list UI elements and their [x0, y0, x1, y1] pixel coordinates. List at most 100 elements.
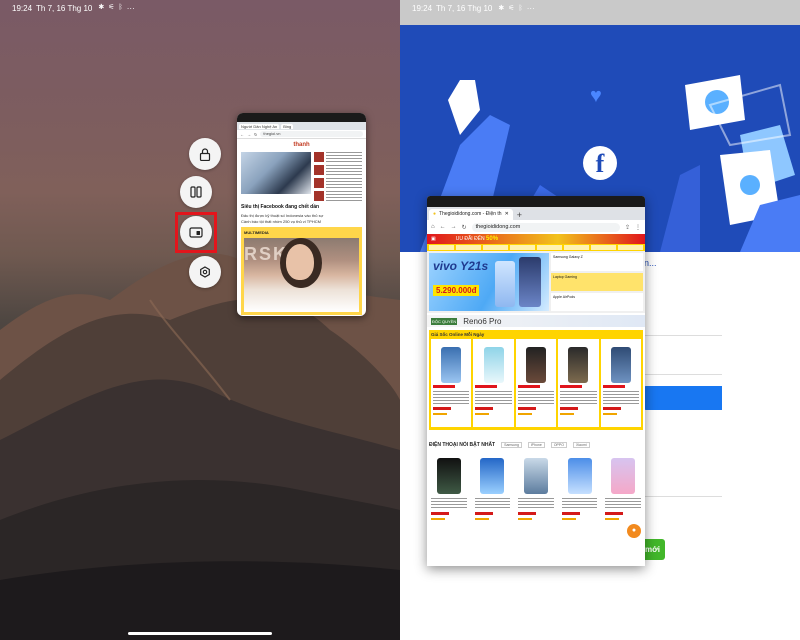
- chat-bubble-icon[interactable]: ●: [627, 524, 641, 538]
- home-icon[interactable]: ⌂: [431, 224, 435, 230]
- tab-title: Thegioididong.com - Điện th: [439, 211, 502, 217]
- mini-side-list: [314, 152, 362, 201]
- field-divider: [644, 496, 722, 497]
- nav-item[interactable]: [429, 245, 454, 250]
- filter-tab[interactable]: iPhone: [527, 442, 545, 448]
- deal-row: [431, 339, 642, 427]
- browser-tab[interactable]: ● Thegioididong.com - Điện th ✕: [429, 209, 513, 220]
- tab-close-icon[interactable]: ✕: [505, 211, 509, 218]
- filter-tab[interactable]: Xiaomi: [572, 442, 590, 448]
- floating-browser-window[interactable]: ● Thegioididong.com - Điện th ✕ + ⌂ ← → …: [427, 196, 645, 566]
- mini-side-item[interactable]: [314, 191, 362, 201]
- side-promo-card[interactable]: Samsung Galaxy Z: [551, 253, 643, 271]
- deal-card[interactable]: [473, 339, 514, 427]
- wifi-off-icon: ⚟: [508, 4, 515, 12]
- product-card[interactable]: [560, 454, 600, 524]
- browser-url-bar: ⌂ ← → ↻ thegioididong.com ⇪ ⋮: [427, 220, 645, 234]
- nav-item[interactable]: [591, 245, 616, 250]
- mini-browser-window[interactable]: Người Dân Nghệ An Bing ← → ↻ thegioi.vn …: [237, 113, 366, 316]
- new-tab-icon[interactable]: +: [517, 210, 522, 220]
- window-drag-bar[interactable]: [427, 196, 645, 207]
- nav-item[interactable]: [618, 245, 643, 250]
- mini-side-item[interactable]: [314, 178, 362, 188]
- nav-item[interactable]: [564, 245, 589, 250]
- mini-headline[interactable]: Siêu thị Facebook đang chết dần: [241, 204, 362, 210]
- vivo-price: 5.290.000đ: [433, 285, 480, 296]
- vivo-title: vivo Y21s: [433, 259, 489, 273]
- lock-button[interactable]: [189, 138, 221, 170]
- mini-tab-2[interactable]: Bing: [281, 123, 294, 129]
- bluetooth-icon: ᛒ: [518, 4, 523, 12]
- share-icon[interactable]: ⇪: [625, 224, 630, 231]
- split-screen-icon: [190, 186, 202, 198]
- status-date-right: Th 7, 16 Thg 10: [436, 4, 493, 13]
- mini-side-item[interactable]: [314, 165, 362, 175]
- home-indicator-left[interactable]: [128, 632, 272, 635]
- nav-item[interactable]: [510, 245, 535, 250]
- status-time-right: 19:24: [412, 4, 433, 13]
- facebook-login-button[interactable]: [643, 386, 722, 410]
- mini-hero: [241, 152, 362, 201]
- reload-icon[interactable]: ↻: [462, 224, 467, 231]
- featured-header: ĐIỆN THOẠI NỔI BẬT NHẤT Samsung iPhone O…: [429, 442, 643, 448]
- forward-icon[interactable]: →: [247, 132, 251, 137]
- field-divider: [644, 335, 722, 336]
- deal-card[interactable]: [431, 339, 472, 427]
- side-promo-card[interactable]: Apple AirPods: [551, 293, 643, 311]
- facebook-create-account-button[interactable]: mới: [643, 539, 665, 560]
- nav-item[interactable]: [537, 245, 562, 250]
- more-status-icon: ···: [526, 4, 535, 13]
- promo-banner[interactable]: ▣ UU ĐÃI ĐẾN 50%: [427, 234, 645, 244]
- reno-banner[interactable]: ĐỘC QUYỀN Reno6 Pro: [427, 315, 645, 327]
- product-card[interactable]: [603, 454, 643, 524]
- settings-button[interactable]: [189, 256, 221, 288]
- menu-dots-icon[interactable]: ⋮: [635, 224, 641, 231]
- phone-image: [495, 261, 515, 307]
- product-card[interactable]: [429, 454, 469, 524]
- multimedia-label: MULTIMEDIA: [244, 230, 269, 235]
- product-card[interactable]: [473, 454, 513, 524]
- mini-browser-statusbar: [237, 113, 366, 122]
- vivo-promo-banner[interactable]: vivo Y21s 5.290.000đ: [429, 253, 549, 311]
- mini-multimedia-section: MULTIMEDIA RSKU: [241, 227, 362, 315]
- highlight-box: [175, 212, 217, 253]
- product-card[interactable]: [516, 454, 556, 524]
- mini-browser-urlbar: ← → ↻ thegioi.vn: [237, 130, 366, 139]
- hero-section: vivo Y21s 5.290.000đ Samsung Galaxy Z La…: [427, 251, 645, 313]
- filter-tab[interactable]: Samsung: [501, 442, 522, 448]
- facebook-link[interactable]: n...: [644, 258, 657, 268]
- split-screen-button[interactable]: [180, 176, 212, 208]
- mini-site-logo: thanh: [293, 142, 310, 148]
- forward-icon[interactable]: →: [451, 224, 457, 230]
- lock-icon: [199, 147, 211, 161]
- left-pane-desktop: 19:24 Th 7, 16 Thg 10 ✱ ⚟ ᛒ ··· ◠ 80: [0, 0, 400, 640]
- reno-title: Reno6 Pro: [463, 316, 502, 326]
- mini-url-field[interactable]: thegioi.vn: [260, 131, 363, 137]
- more-status-icon: ···: [126, 3, 135, 13]
- url-field[interactable]: thegioididong.com: [471, 222, 620, 232]
- promo-text: UU ĐÃI ĐẾN 50%: [455, 236, 499, 242]
- mini-tab-1[interactable]: Người Dân Nghệ An: [239, 123, 280, 129]
- nav-item[interactable]: [456, 245, 481, 250]
- tab-favicon-icon: ●: [433, 211, 437, 217]
- mini-hero-image[interactable]: [241, 152, 311, 194]
- status-date: Th 7, 16 Thg 10: [36, 3, 93, 13]
- reload-icon[interactable]: ↻: [254, 132, 257, 137]
- deal-card[interactable]: [515, 339, 557, 427]
- nav-item[interactable]: [483, 245, 508, 250]
- desert-wallpaper: [0, 253, 400, 640]
- mini-side-item[interactable]: [314, 152, 362, 162]
- mini-article-line[interactable]: Cảnh báo tội thất nhờn 250 vụ thủ vi TPH…: [241, 219, 362, 225]
- wifi-off-icon: ⚟: [108, 4, 115, 11]
- screen: 19:24 Th 7, 16 Thg 10 ✱ ⚟ ᛒ ··· ◠ 80: [0, 0, 800, 640]
- bluetooth-icon: ᛒ: [118, 4, 123, 11]
- field-divider: [644, 374, 722, 375]
- deal-card[interactable]: [600, 339, 642, 427]
- back-icon[interactable]: ←: [240, 132, 244, 137]
- deal-card[interactable]: [558, 339, 599, 427]
- side-promo-card[interactable]: Laptop Gaming: [551, 273, 643, 291]
- multimedia-photo[interactable]: RSKU: [244, 238, 359, 312]
- filter-tab[interactable]: OPPO: [550, 442, 567, 448]
- daily-deal-section: Giá Sốc Online Mỗi Ngày: [429, 330, 643, 430]
- back-icon[interactable]: ←: [440, 224, 446, 230]
